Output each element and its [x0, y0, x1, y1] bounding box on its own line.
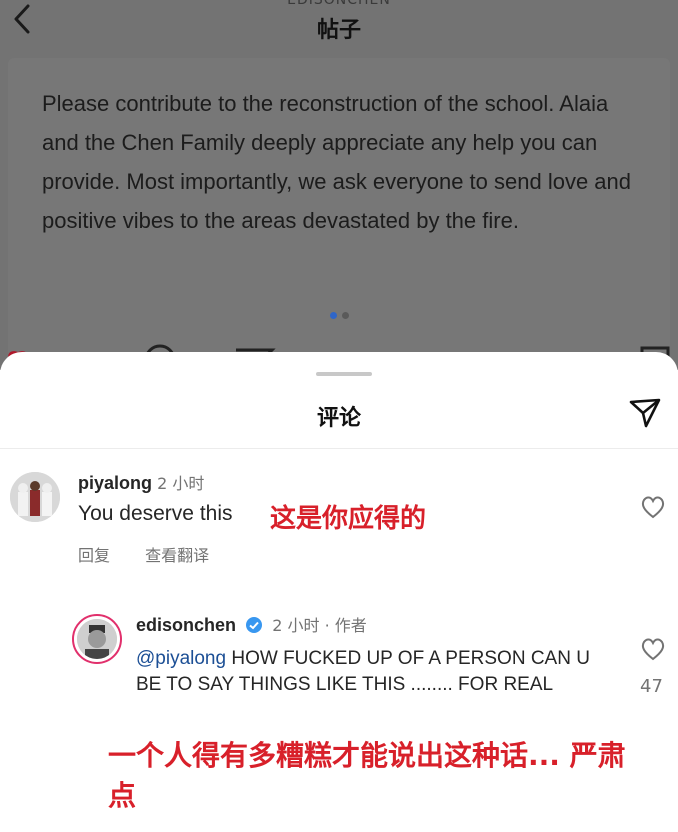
send-icon[interactable]: [628, 396, 662, 430]
header-username: EDISONCHEN: [287, 0, 391, 8]
post-caption: Please contribute to the reconstruction …: [42, 91, 632, 233]
carousel-dot: [342, 312, 349, 319]
comment-header: piyalong 2 小时: [78, 470, 204, 494]
verified-badge-icon: [246, 617, 263, 633]
heart-icon[interactable]: [640, 636, 666, 662]
like-count: 47: [640, 676, 663, 697]
comment-actions: 回复 查看翻译: [78, 542, 239, 566]
sheet-drag-handle[interactable]: [316, 372, 372, 376]
carousel-dot-active: [330, 312, 337, 319]
page-title: 帖子: [316, 18, 361, 43]
mention-link[interactable]: @piyalong: [136, 648, 226, 669]
comments-sheet: 评论 piyalong 2 小时 You deserve this 这是你应得的…: [0, 352, 678, 832]
comment-time: 2 小时: [157, 474, 205, 493]
comment-text: You deserve this: [78, 502, 233, 525]
comment-text: @piyalong HOW FUCKED UP OF A PERSON CAN …: [136, 646, 616, 698]
comment-time: 2 小时 · 作者: [272, 616, 367, 635]
divider: [0, 448, 678, 449]
comment-username[interactable]: edisonchen: [136, 615, 236, 635]
translation-overlay: 一个人得有多糟糕才能说出这种话... 严肃点: [108, 739, 626, 812]
comment-header: edisonchen 2 小时 · 作者: [136, 612, 367, 636]
avatar-image: [10, 472, 60, 522]
heart-icon[interactable]: [640, 494, 666, 520]
carousel-indicator: [330, 312, 360, 320]
avatar[interactable]: [72, 614, 122, 664]
avatar-image: [77, 619, 117, 659]
comment-username[interactable]: piyalong: [78, 473, 152, 493]
see-translation-button[interactable]: 查看翻译: [145, 546, 209, 565]
avatar[interactable]: [10, 472, 60, 522]
comments-title: 评论: [316, 406, 361, 431]
translation-overlay: 这是你应得的: [270, 504, 427, 534]
reply-button[interactable]: 回复: [78, 546, 110, 565]
post-header: EDISONCHEN 帖子: [0, 0, 678, 50]
